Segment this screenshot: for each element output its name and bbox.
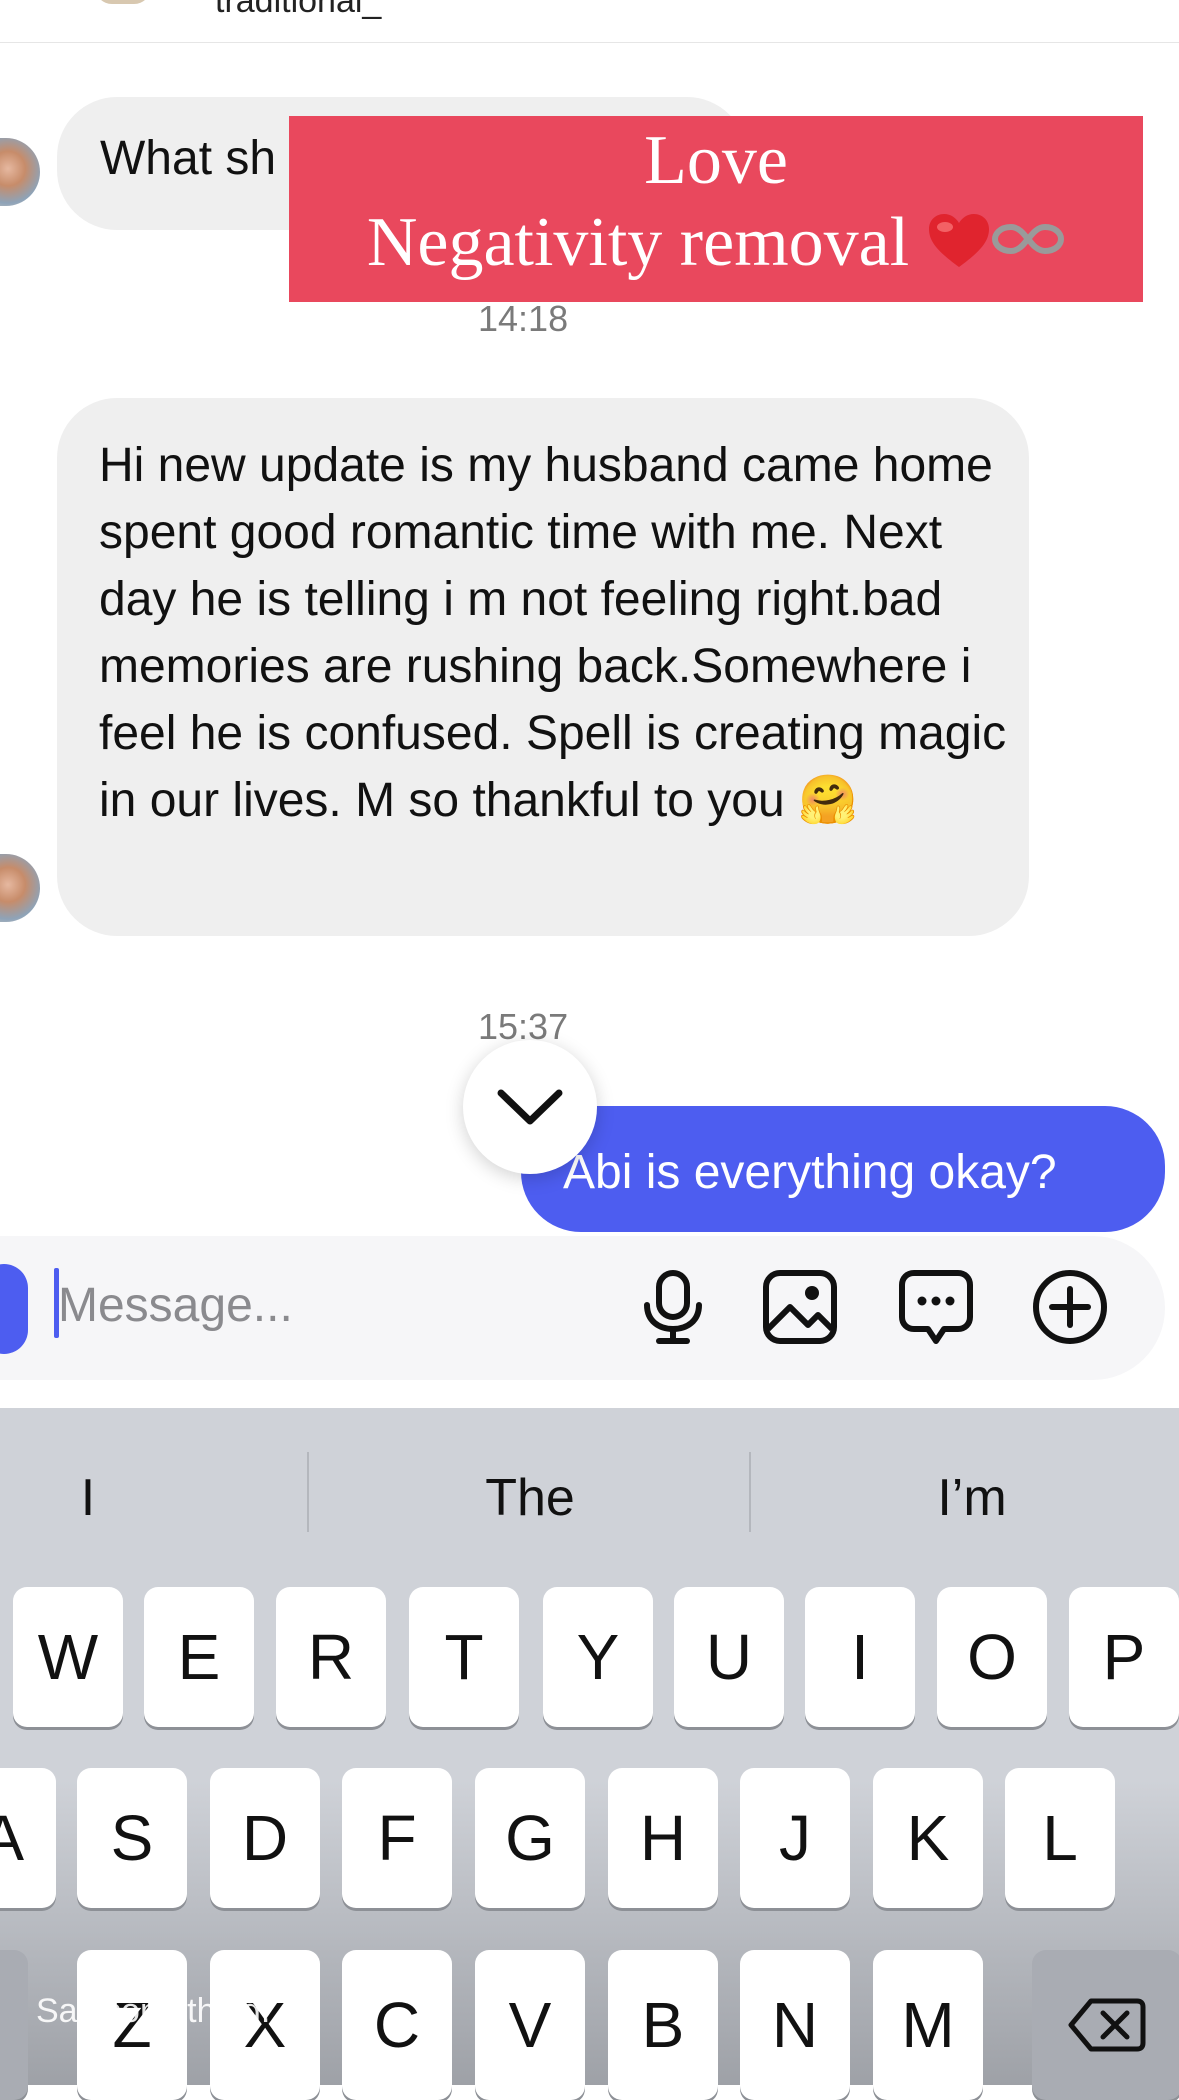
heart-icon	[929, 214, 990, 267]
key-j[interactable]: J	[740, 1768, 850, 1908]
promo-line-2: Negativity removal	[289, 200, 1143, 286]
key-w[interactable]: W	[13, 1587, 123, 1727]
key-g[interactable]: G	[475, 1768, 585, 1908]
key-o[interactable]: O	[937, 1587, 1047, 1727]
key-k[interactable]: K	[873, 1768, 983, 1908]
key-n[interactable]: N	[740, 1950, 850, 2100]
key-s[interactable]: S	[77, 1768, 187, 1908]
sender-avatar[interactable]	[0, 138, 40, 206]
key-r[interactable]: R	[276, 1587, 386, 1727]
suggestion-divider	[749, 1452, 751, 1532]
chat-header	[0, 0, 1179, 43]
incoming-message-text: Hi new update is my husband came home sp…	[99, 439, 1007, 827]
key-b[interactable]: B	[608, 1950, 718, 2100]
backspace-icon	[1068, 1998, 1146, 2052]
gallery-icon[interactable]	[760, 1267, 840, 1347]
shift-key[interactable]	[0, 1950, 28, 2100]
suggestion-2[interactable]: The	[310, 1468, 750, 1528]
key-e[interactable]: E	[144, 1587, 254, 1727]
predictive-bar: I The I’m	[0, 1408, 1179, 1584]
scroll-to-bottom-button[interactable]	[463, 1040, 597, 1174]
key-c[interactable]: C	[342, 1950, 452, 2100]
chevron-down-icon	[497, 1089, 563, 1125]
infinity-icon	[992, 223, 1065, 255]
key-p[interactable]: P	[1069, 1587, 1179, 1727]
promo-line-2-text: Negativity removal	[366, 204, 910, 281]
key-a[interactable]: A	[0, 1768, 56, 1908]
key-i[interactable]: I	[805, 1587, 915, 1727]
key-h[interactable]: H	[608, 1768, 718, 1908]
message-input[interactable]	[58, 1268, 618, 1342]
plus-icon[interactable]	[1030, 1267, 1110, 1347]
key-t[interactable]: T	[409, 1587, 519, 1727]
promo-banner: Love Negativity removal	[289, 116, 1143, 302]
key-u[interactable]: U	[674, 1587, 784, 1727]
suggestion-divider	[307, 1452, 309, 1532]
promo-line-1: Love	[644, 122, 788, 199]
key-v[interactable]: V	[475, 1950, 585, 2100]
key-m[interactable]: M	[873, 1950, 983, 2100]
backspace-key[interactable]	[1032, 1950, 1179, 2100]
story-reply-placeholder[interactable]: Say something...	[36, 1992, 289, 2031]
key-d[interactable]: D	[210, 1768, 320, 1908]
key-l[interactable]: L	[1005, 1768, 1115, 1908]
suggestion-3[interactable]: I’m	[752, 1468, 1179, 1528]
microphone-icon[interactable]	[633, 1267, 713, 1347]
incoming-message-text: What sh	[100, 132, 277, 185]
sender-avatar[interactable]	[0, 854, 40, 922]
key-f[interactable]: F	[342, 1768, 452, 1908]
suggestion-1[interactable]: I	[0, 1468, 176, 1528]
header-username[interactable]: traditional_	[215, 0, 381, 21]
outgoing-message-text: Abi is everything okay?	[563, 1146, 1057, 1199]
sticker-icon[interactable]	[896, 1267, 976, 1347]
message-timestamp: 14:18	[478, 298, 569, 339]
camera-button[interactable]	[0, 1264, 28, 1354]
key-y[interactable]: Y	[543, 1587, 653, 1727]
